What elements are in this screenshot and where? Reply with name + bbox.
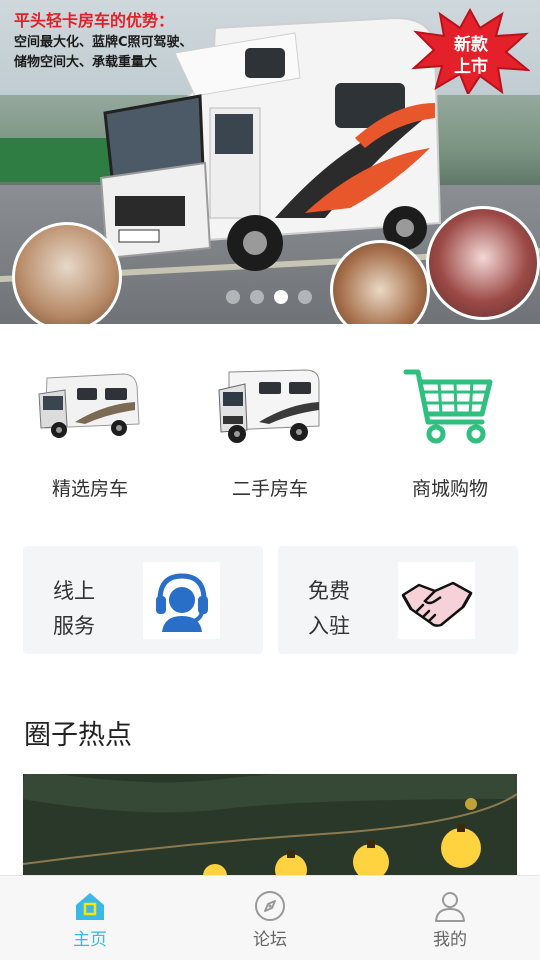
category-nav: 精选房车 二手房车 商城购物 (0, 360, 540, 510)
bottom-tab-bar: 主页 论坛 我的 (0, 875, 540, 960)
category-label: 二手房车 (231, 478, 308, 500)
card-text-line: 线上 (53, 579, 95, 603)
rv-icon (38, 373, 140, 438)
tab-label: 我的 (433, 930, 467, 950)
pager-dot[interactable] (250, 290, 264, 304)
pager-dot[interactable] (298, 290, 312, 304)
category-selected-rv[interactable]: 精选房车 (0, 360, 180, 501)
category-label: 商城购物 (411, 478, 488, 500)
card-text: 免费 入驻 (308, 574, 350, 644)
banner-subline: 空间最大化、蓝牌C照可驾驶、 (14, 35, 193, 50)
interior-thumbnail (12, 222, 122, 324)
interior-thumbnail (426, 206, 540, 320)
card-text: 线上 服务 (53, 574, 95, 644)
category-mall-shopping[interactable]: 商城购物 (360, 360, 540, 501)
rv-icon (218, 369, 320, 443)
user-icon (435, 892, 465, 922)
section-title-hot-topics: 圈子热点 (24, 720, 132, 751)
pager-dot[interactable] (226, 290, 240, 304)
customer-service-icon-box (143, 562, 220, 639)
pager-dot-active[interactable] (274, 290, 288, 304)
tab-home[interactable]: 主页 (0, 876, 180, 960)
banner-pager[interactable] (226, 290, 312, 304)
online-service-card[interactable]: 线上 服务 (23, 546, 263, 654)
home-icon (76, 893, 104, 920)
free-join-card[interactable]: 免费 入驻 (278, 546, 518, 654)
tab-label: 论坛 (253, 930, 287, 950)
card-text-line: 免费 (308, 579, 350, 603)
customer-service-icon (155, 572, 208, 632)
shopping-cart-icon (403, 369, 493, 444)
handshake-icon-box (398, 562, 475, 639)
compass-icon (255, 891, 285, 921)
category-label: 精选房车 (51, 478, 128, 500)
category-used-rv[interactable]: 二手房车 (180, 360, 360, 501)
handshake-icon (401, 581, 472, 627)
hero-banner[interactable]: 平头轻卡房车的优势： 空间最大化、蓝牌C照可驾驶、 储物空间大、承载重量大 新款… (0, 0, 540, 324)
tab-forum[interactable]: 论坛 (180, 876, 360, 960)
card-text-line: 入驻 (308, 614, 350, 638)
hot-topic-image[interactable] (23, 774, 517, 884)
card-text-line: 服务 (53, 614, 95, 638)
tab-label: 主页 (73, 930, 107, 950)
banner-headline: 平头轻卡房车的优势： (14, 11, 175, 30)
banner-subline: 储物空间大、承载重量大 (14, 55, 158, 70)
tab-profile[interactable]: 我的 (360, 876, 540, 960)
badge-text: 上市 (454, 57, 488, 77)
string-lights-photo (23, 774, 517, 884)
